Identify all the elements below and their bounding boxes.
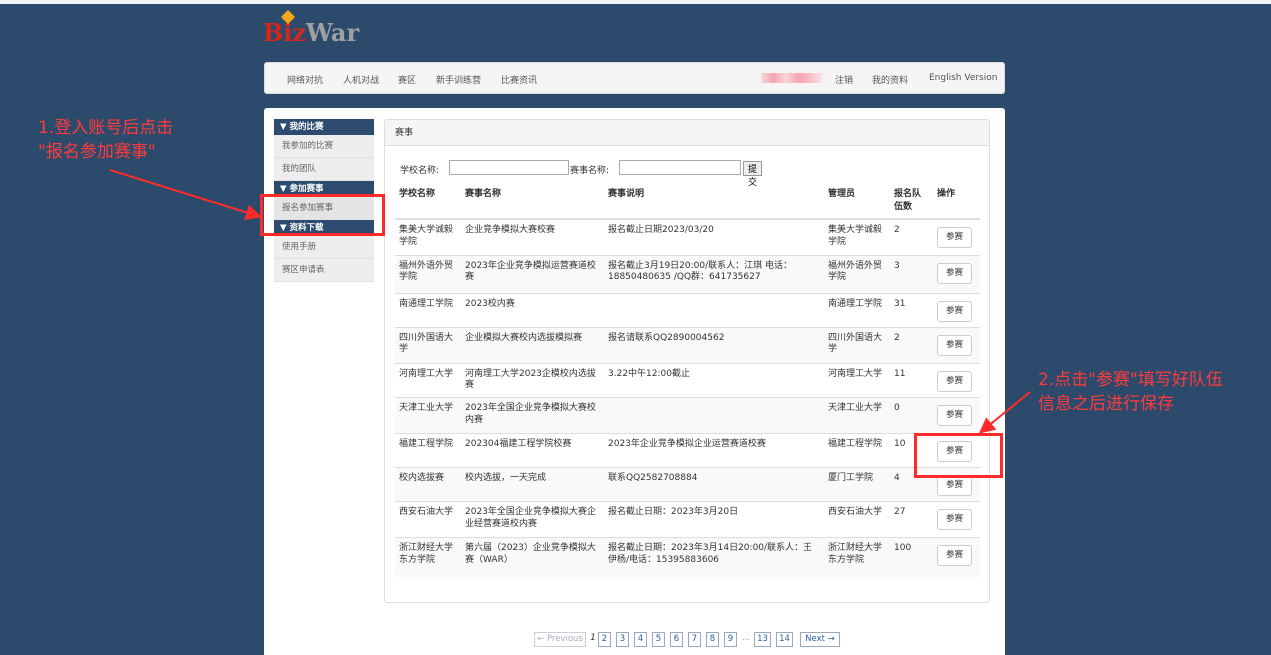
annotation-arrows — [109, 169, 1031, 434]
arrow-to-register — [109, 169, 262, 221]
arrow-to-join — [978, 391, 1031, 434]
